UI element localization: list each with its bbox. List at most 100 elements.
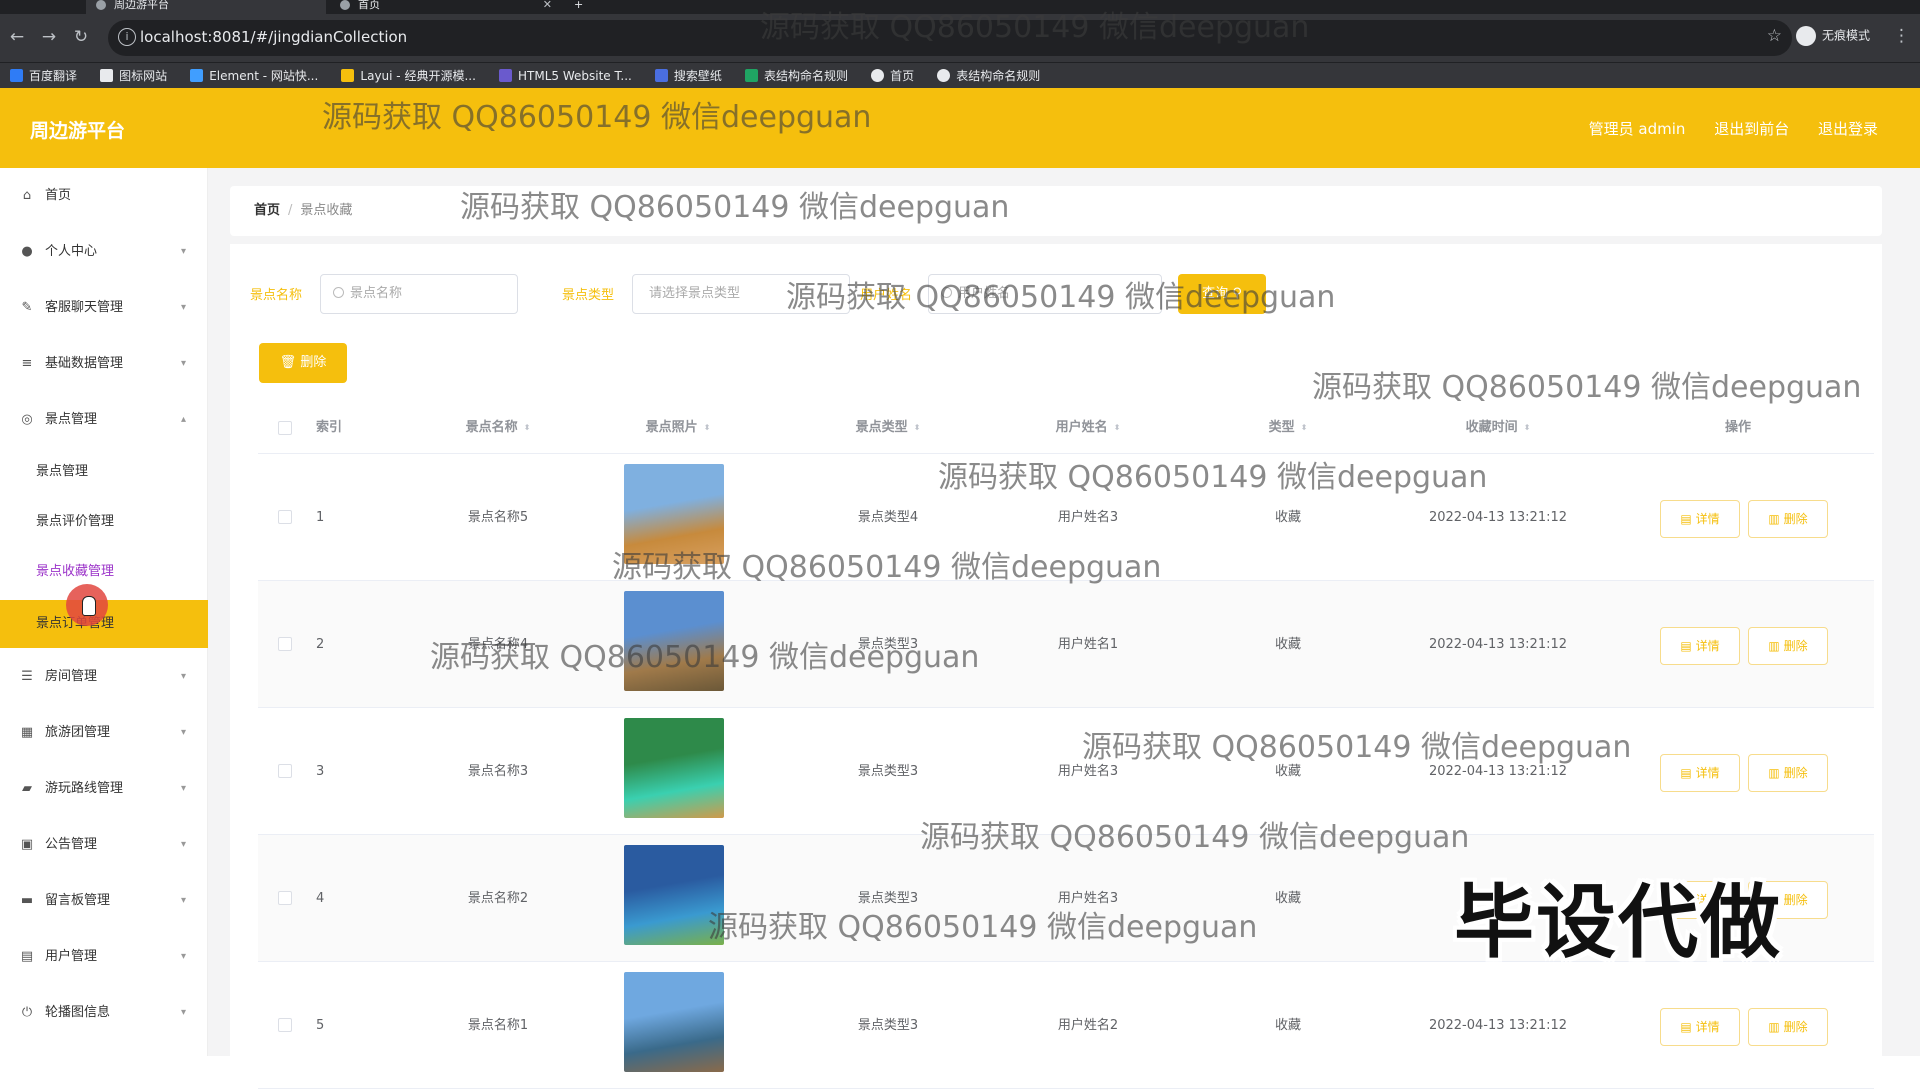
reload-icon[interactable]: ↻ (70, 26, 92, 48)
close-icon[interactable]: ✕ (543, 0, 552, 10)
sidebar-item-basedata[interactable]: ≡ 基础数据管理 ▾ (0, 344, 208, 384)
sidebar-item-tour-group[interactable]: ▦ 旅游团管理 ▾ (0, 713, 208, 753)
submenu-scenic-review[interactable]: 景点评价管理 (0, 498, 208, 546)
sort-icon[interactable]: ⬍ (1524, 402, 1531, 454)
cell-type: 景点类型3 (857, 764, 919, 779)
breadcrumb: 首页 / 景点收藏 (230, 186, 1882, 236)
url-input[interactable]: i localhost:8081/#/jingdianCollection ☆ (108, 20, 1792, 56)
scenic-photo[interactable] (624, 972, 724, 1072)
table-body: 1 景点名称5 景点类型4 用户姓名3 收藏 2022-04-13 13:21:12 ▤ 详… (258, 454, 1874, 1089)
incognito-label: 无痕模式 (1822, 28, 1871, 43)
bookmark-item[interactable]: 表结构命名规则 (937, 63, 1040, 88)
delete-button[interactable]: ▥ 删除 (1748, 627, 1828, 665)
bookmark-item[interactable]: 首页 (871, 63, 914, 88)
search-button[interactable]: 查询 ⚲ (1178, 274, 1266, 314)
row-checkbox[interactable] (278, 637, 292, 651)
sort-icon[interactable]: ⬍ (1301, 402, 1308, 454)
hand-cursor-icon (82, 596, 96, 616)
type-filter-select[interactable]: 请选择景点类型 (632, 274, 850, 314)
column-header-name[interactable]: 景点名称 ⬍ (408, 402, 588, 454)
delete-button[interactable]: ▥ 删除 (1748, 1008, 1828, 1046)
submenu-scenic-manage[interactable]: 景点管理 (0, 448, 208, 496)
sidebar-item-chat[interactable]: ✎ 客服聊天管理 ▾ (0, 288, 208, 328)
cell-name: 景点名称4 (467, 637, 529, 652)
batch-delete-button[interactable]: 🗑 删除 (259, 343, 347, 383)
bookmark-item[interactable]: 百度翻译 (10, 63, 77, 88)
row-checkbox[interactable] (278, 764, 292, 778)
delete-button-label: 删除 (1783, 512, 1808, 526)
scenic-photo[interactable] (624, 718, 724, 818)
sort-icon[interactable]: ⬍ (914, 402, 921, 454)
column-header-time[interactable]: 收藏时间 ⬍ (1378, 402, 1618, 454)
bookmark-item[interactable]: HTML5 Website T... (498, 63, 632, 88)
bookmark-label: Element - 网站快... (209, 69, 319, 83)
detail-button[interactable]: ▤ 详情 (1660, 1008, 1740, 1046)
sidebar-item-label: 客服聊天管理 (45, 300, 124, 315)
chevron-down-icon: ▾ (180, 895, 186, 906)
back-icon[interactable]: ← (6, 26, 28, 48)
detail-button-label: 详情 (1695, 766, 1720, 780)
sidebar-item-profile[interactable]: ● 个人中心 ▾ (0, 232, 208, 272)
user-filter-input[interactable]: 用户姓名 (928, 274, 1162, 314)
chevron-down-icon: ▾ (180, 1007, 186, 1018)
bookmark-item[interactable]: Layui - 经典开源模... (341, 63, 476, 88)
column-header-user[interactable]: 用户姓名 ⬍ (998, 402, 1178, 454)
row-checkbox[interactable] (278, 1018, 292, 1032)
select-all-checkbox[interactable] (278, 421, 292, 435)
sidebar-item-rooms[interactable]: ☰ 房间管理 ▾ (0, 657, 208, 697)
table-header: 索引 景点名称 ⬍ 景点照片 ⬍ 景点类型 ⬍ 用户姓名 ⬍ 类型 ⬍ 收藏时间 ⬍ 操作 (258, 402, 1874, 454)
cell-name: 景点名称1 (467, 1018, 529, 1033)
new-tab-button[interactable]: + (574, 0, 594, 14)
forward-icon[interactable]: → (38, 26, 60, 48)
scenic-photo[interactable] (624, 464, 724, 564)
delete-button[interactable]: ▥ 删除 (1748, 500, 1828, 538)
delete-button[interactable]: ▥ 删除 (1748, 754, 1828, 792)
browser-tab-active[interactable]: 周边游平台 (86, 0, 326, 14)
bookmark-item[interactable]: 搜索壁纸 (654, 63, 722, 88)
bookmark-item[interactable]: Element - 网站快... (190, 63, 318, 88)
sidebar-item-home[interactable]: ⌂ 首页 (0, 176, 208, 216)
bookmark-label: 图标网站 (119, 69, 168, 83)
column-header-photo[interactable]: 景点照片 ⬍ (588, 402, 768, 454)
list-icon: ≡ (21, 356, 33, 371)
column-header-type[interactable]: 景点类型 ⬍ (798, 402, 978, 454)
sort-icon[interactable]: ⬍ (524, 402, 531, 454)
name-filter-input[interactable]: 景点名称 (320, 274, 518, 314)
table-row: 5 景点名称1 景点类型3 用户姓名2 收藏 2022-04-13 13:21:12 ▤ 详… (258, 962, 1874, 1089)
detail-button[interactable]: ▤ 详情 (1660, 754, 1740, 792)
browser-tab[interactable]: 首页 ✕ (330, 0, 560, 14)
logout-link[interactable]: 退出登录 (1818, 120, 1878, 138)
bookmark-item[interactable]: 表结构命名规则 (745, 63, 848, 88)
sort-icon[interactable]: ⬍ (1114, 402, 1121, 454)
info-icon[interactable]: i (118, 28, 136, 46)
sidebar-item-carousel[interactable]: ⏻ 轮播图信息 ▾ (0, 993, 208, 1033)
sort-icon[interactable]: ⬍ (704, 402, 711, 454)
cell-user: 用户姓名3 (1057, 764, 1119, 779)
column-header-label: 类型 (1268, 420, 1295, 435)
menu-icon[interactable]: ⋮ (1893, 26, 1910, 46)
breadcrumb-home[interactable]: 首页 (254, 203, 280, 218)
row-checkbox[interactable] (278, 891, 292, 905)
sidebar-item-users[interactable]: ▤ 用户管理 ▾ (0, 937, 208, 977)
scenic-photo[interactable] (624, 845, 724, 945)
incognito-badge[interactable]: 无痕模式 (1796, 26, 1870, 46)
sidebar-item-label: 个人中心 (45, 244, 98, 259)
sidebar-item-messages[interactable]: ▬ 留言板管理 ▾ (0, 881, 208, 921)
sidebar-item-notice[interactable]: ▣ 公告管理 ▾ (0, 825, 208, 865)
row-checkbox[interactable] (278, 510, 292, 524)
bookmark-star-icon[interactable]: ☆ (1767, 26, 1782, 46)
type-filter-placeholder: 请选择景点类型 (649, 286, 741, 301)
column-header-label: 景点照片 (645, 420, 698, 435)
bookmark-icon (190, 69, 204, 82)
exit-to-front-link[interactable]: 退出到前台 (1714, 120, 1789, 138)
submenu-scenic-collection[interactable]: 景点收藏管理 (0, 548, 208, 596)
column-header-kind[interactable]: 类型 ⬍ (1198, 402, 1378, 454)
scenic-photo[interactable] (624, 591, 724, 691)
sidebar-item-scenic[interactable]: ◎ 景点管理 ▴ (0, 400, 208, 440)
detail-button[interactable]: ▤ 详情 (1660, 627, 1740, 665)
sidebar-item-routes[interactable]: ▰ 游玩路线管理 ▾ (0, 769, 208, 809)
trash-icon: ▥ (1768, 1020, 1780, 1034)
detail-button[interactable]: ▤ 详情 (1660, 500, 1740, 538)
bookmark-label: 表结构命名规则 (956, 69, 1041, 83)
bookmark-item[interactable]: 图标网站 (100, 63, 167, 88)
